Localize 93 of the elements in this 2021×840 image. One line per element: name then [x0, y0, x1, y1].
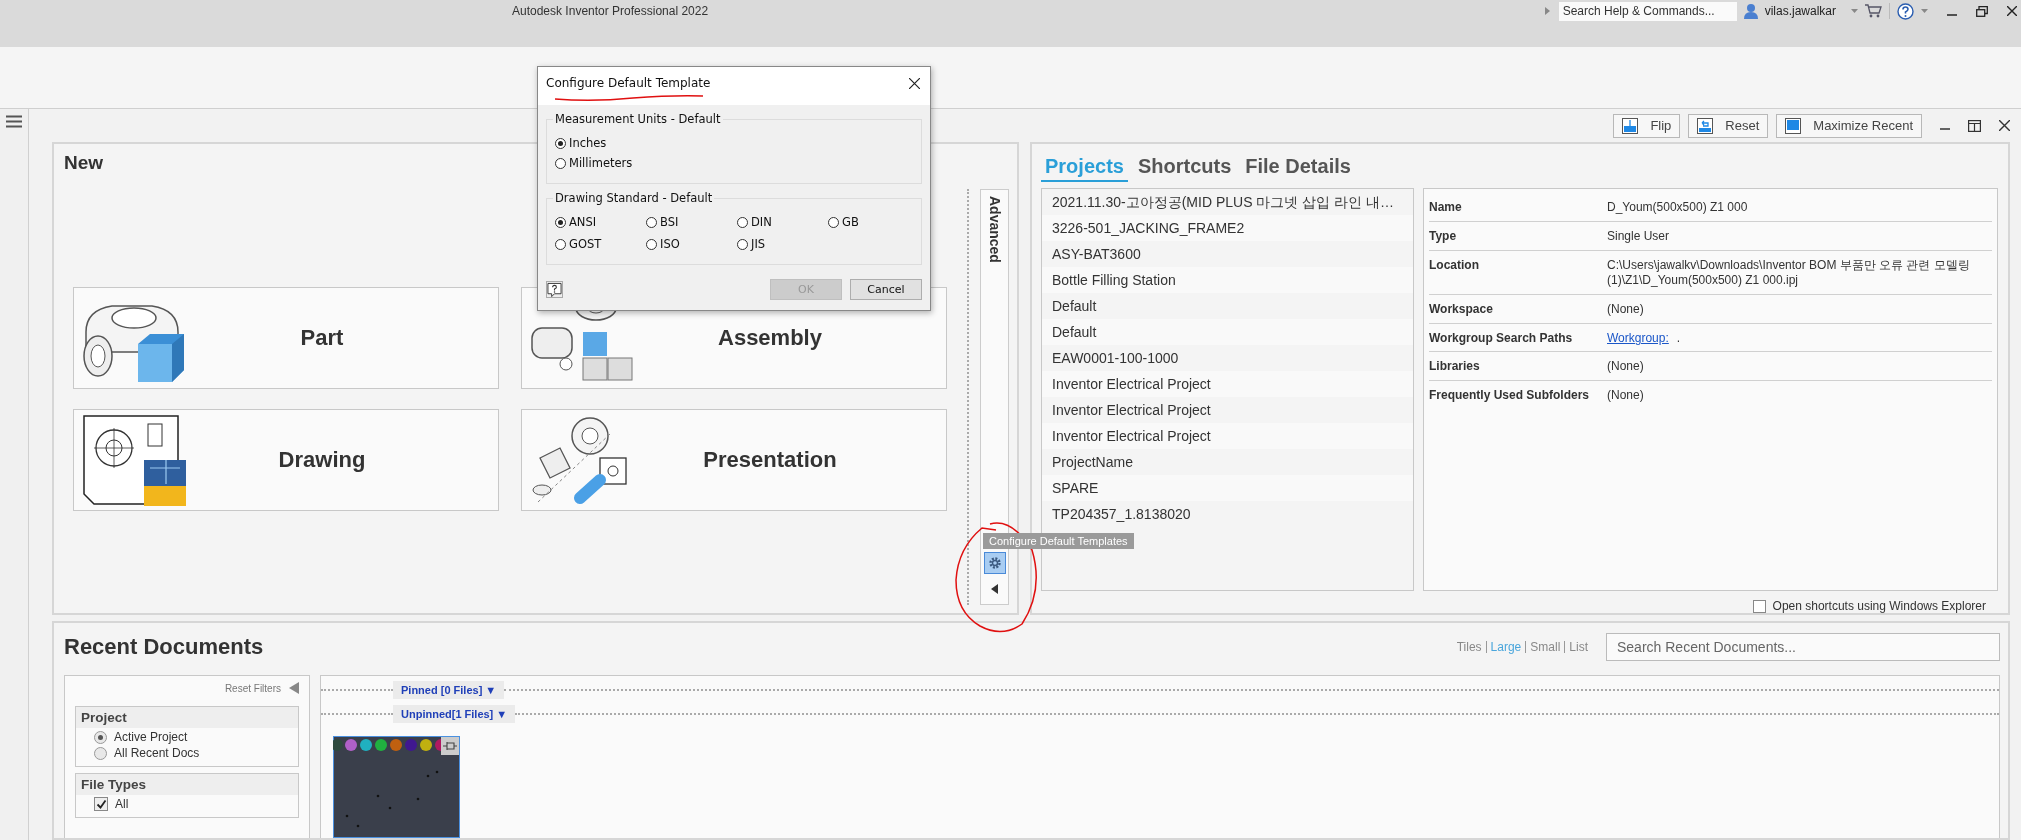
radio-label: Millimeters [569, 156, 633, 170]
detail-value: (None) [1607, 359, 1645, 374]
user-name[interactable]: vilas.jawalkar [1764, 4, 1836, 18]
radio-button[interactable] [94, 730, 107, 744]
radio-label: GB [842, 215, 859, 229]
user-icon[interactable] [1743, 3, 1758, 19]
detail-label: Workspace [1429, 302, 1494, 317]
radio-button[interactable] [646, 238, 657, 250]
group-title: Measurement Units - Default [553, 112, 723, 126]
detail-label: Location [1429, 258, 1480, 274]
detail-value: (None) [1607, 302, 1645, 317]
close-icon[interactable] [909, 77, 920, 89]
checkbox[interactable] [1752, 599, 1766, 613]
project-item[interactable]: Default [1042, 319, 1413, 345]
radio-label: GOST [569, 237, 602, 251]
radio-button[interactable] [555, 238, 566, 250]
group-toggle[interactable]: Pinned [0 Files] ▼ [393, 681, 505, 699]
part-tile[interactable]: Part [73, 287, 499, 389]
caret-icon[interactable] [1851, 9, 1858, 13]
settings-button[interactable] [983, 552, 1006, 574]
advanced-label[interactable]: Advanced [986, 196, 1003, 263]
search-field[interactable]: Search Help & Commands... [1558, 1, 1737, 21]
pin-icon [443, 741, 457, 751]
drawing-tile[interactable]: Drawing [73, 409, 499, 511]
radio-label: Active Project [114, 730, 188, 744]
detail-value: C:\Users\jawalkv\Downloads\Inventor BOM 부품만 오류 관련 모델링 (1)\Z1\D_Youm(500x500) Z1 000.ipj [1607, 258, 1971, 288]
radio-label: DIN [751, 215, 772, 229]
radio-label: ANSI [569, 215, 597, 229]
radio-button[interactable] [737, 238, 748, 250]
panel-title: Recent Documents [64, 634, 264, 660]
tooltip: Configure Default Templates [983, 533, 1134, 549]
maximize-button[interactable]: Maximize Recent [1776, 113, 1922, 138]
collapse-arrow-icon[interactable] [991, 584, 998, 594]
help-icon[interactable] [1897, 2, 1914, 20]
radio-label: Inches [569, 136, 607, 150]
radio-button[interactable] [555, 216, 566, 228]
radio-button[interactable] [555, 157, 566, 169]
tab[interactable]: Shortcuts [1133, 155, 1236, 182]
radio-button[interactable] [646, 216, 657, 228]
caret-icon[interactable] [1921, 9, 1928, 13]
split-view-icon[interactable] [1968, 119, 1981, 132]
project-item[interactable]: Bottle Filling Station [1042, 267, 1413, 293]
menu-icon[interactable] [6, 115, 22, 128]
flip-icon [1622, 117, 1639, 134]
group-title: File Types [76, 774, 298, 795]
detail-value: . [1676, 331, 1681, 345]
panel-title: New [64, 152, 104, 173]
detail-label: Libraries [1429, 359, 1481, 374]
pin-button[interactable] [441, 737, 459, 755]
project-item[interactable]: 3226-501_JACKING_FRAME2 [1042, 215, 1413, 241]
detail-label: Workgroup Search Paths [1429, 331, 1574, 345]
group-title: Project [76, 707, 298, 728]
help-button[interactable] [546, 281, 563, 298]
radio-label: BSI [660, 215, 679, 229]
radio-button[interactable] [555, 137, 566, 149]
radio-button[interactable] [828, 216, 839, 228]
dialog-title: Configure Default Template [546, 76, 711, 90]
close-icon[interactable] [2007, 6, 2017, 16]
reset-button[interactable]: Reset [1688, 113, 1769, 138]
search-field[interactable]: Search Recent Documents... [1606, 633, 2000, 661]
detail-label: Type [1429, 229, 1458, 244]
tab[interactable]: File Details [1241, 155, 1355, 182]
maximize-icon [1785, 117, 1802, 134]
checkbox-label: Open shortcuts using Windows Explorer [1772, 599, 1986, 613]
dialog-button[interactable]: Cancel [850, 279, 922, 300]
checkbox[interactable] [94, 797, 108, 811]
radio-button[interactable] [737, 216, 748, 228]
detail-value: (None) [1607, 388, 1645, 403]
close-icon[interactable] [1999, 120, 2010, 131]
reset-filters-link[interactable]: Reset Filters [224, 682, 281, 694]
flip-button[interactable]: Flip [1613, 113, 1681, 138]
window-title: Autodesk Inventor Professional 2022 [512, 4, 709, 18]
presentation-tile[interactable]: Presentation [521, 409, 947, 511]
radio-label: All Recent Docs [114, 746, 200, 760]
project-item[interactable]: Inventor Electrical Project [1042, 371, 1413, 397]
workgroup-link[interactable]: Workgroup: [1607, 331, 1669, 345]
checkbox-label: All [115, 797, 129, 811]
project-item[interactable]: SPARE [1042, 475, 1413, 501]
cart-icon[interactable] [1865, 4, 1882, 18]
radio-label: ISO [660, 237, 680, 251]
group-toggle[interactable]: Unpinned[1 Files] ▼ [393, 705, 516, 723]
radio-label: JIS [751, 237, 766, 251]
detail-label: Frequently Used Subfolders [1429, 388, 1591, 403]
project-item[interactable]: Inventor Electrical Project [1042, 423, 1413, 449]
detail-value: Single User [1607, 229, 1671, 244]
detail-label: Name [1429, 200, 1463, 215]
gear-icon [987, 556, 1002, 570]
reset-icon [1697, 117, 1714, 134]
expand-arrow-icon[interactable] [1544, 7, 1550, 15]
restore-icon[interactable] [1976, 5, 1988, 17]
group-title: Drawing Standard - Default [553, 191, 715, 205]
radio-button[interactable] [94, 746, 107, 760]
detail-value: D_Youm(500x500) Z1 000 [1607, 200, 1749, 215]
